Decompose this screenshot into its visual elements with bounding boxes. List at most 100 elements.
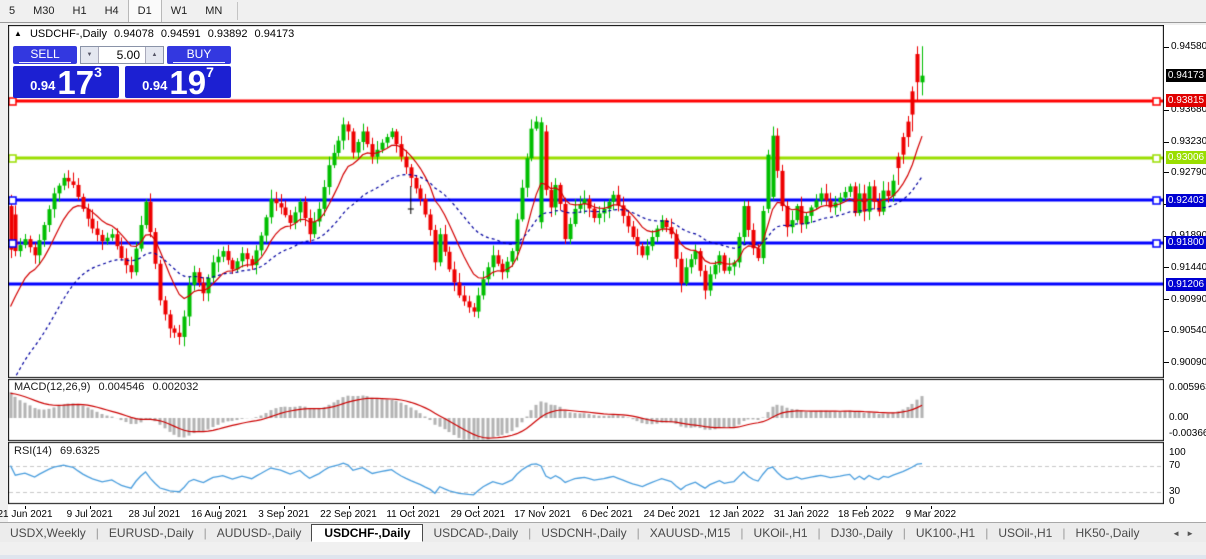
chart-title-bar: ▲ USDCHF-,Daily 0.94078 0.94591 0.93892 … [14, 28, 298, 40]
price-tick-label: 0.90990 [1171, 294, 1206, 305]
level-badge-green: 0.93006 [1166, 151, 1206, 164]
sell-price-sup: 3 [94, 64, 102, 80]
price-tick [1164, 331, 1169, 332]
price-tick-label: 0.94580 [1171, 41, 1206, 52]
volume-stepper: ▼ 5.00 ▲ [80, 46, 164, 64]
price-tick-label: 0.91440 [1171, 262, 1206, 273]
macd-axis-label: -0.00366 [1169, 428, 1206, 439]
date-tick-label: 9 Jul 2021 [67, 509, 113, 520]
rsi-axis-label: 100 [1169, 447, 1186, 458]
date-tick-label: 12 Jan 2022 [709, 509, 764, 520]
timeframe-button-M30[interactable]: M30 [24, 0, 63, 22]
buy-button[interactable]: BUY [167, 46, 231, 64]
toolbar-separator [237, 2, 238, 20]
date-tick-label: 24 Dec 2021 [644, 509, 701, 520]
date-tick-label: 18 Feb 2022 [838, 509, 894, 520]
rsi-value: 69.6325 [60, 445, 100, 457]
price-tick [1164, 110, 1169, 111]
tab-scroll-left-icon[interactable]: ◄ [1172, 529, 1186, 538]
price-tick-label: 0.93230 [1171, 136, 1206, 147]
chart-tab-usdcad-daily[interactable]: USDCAD-,Daily [423, 525, 528, 541]
tab-scroll-arrows: ◄► [1172, 529, 1200, 538]
level-badge-blue-2: 0.91800 [1166, 236, 1206, 249]
chart-tab-dj30-daily[interactable]: DJ30-,Daily [821, 525, 903, 541]
volume-increase-button[interactable]: ▲ [145, 47, 163, 63]
timeframe-toolbar: 5M30H1H4D1W1MN [0, 0, 1206, 23]
rsi-label-row: RSI(14) 69.6325 [14, 445, 105, 457]
price-tick [1164, 47, 1169, 48]
date-tick-label: 6 Dec 2021 [582, 509, 633, 520]
macd-axis-label: 0.00 [1169, 412, 1188, 423]
chart-symbol-label: USDCHF-,Daily [30, 28, 107, 40]
chart-tab-eurusd-daily[interactable]: EURUSD-,Daily [99, 525, 204, 541]
buy-price-big: 19 [169, 70, 206, 96]
rsi-label: RSI(14) [14, 445, 52, 457]
window-edge [0, 555, 1206, 559]
macd-signal-value: 0.002032 [152, 381, 198, 393]
date-axis: 21 Jun 20219 Jul 202128 Jul 202116 Aug 2… [8, 506, 1206, 522]
sell-price-prefix: 0.94 [30, 78, 55, 93]
chart-tab-hk50-daily[interactable]: HK50-,Daily [1065, 525, 1149, 541]
price-tick-label: 0.90090 [1171, 357, 1206, 368]
rsi-axis-label: 70 [1169, 460, 1180, 471]
date-tick-label: 11 Oct 2021 [386, 509, 440, 520]
chevron-down-icon: ▼ [87, 52, 93, 58]
date-tick-label: 16 Aug 2021 [191, 509, 247, 520]
current-price-badge: 0.94173 [1166, 69, 1206, 82]
sell-button-label: SELL [19, 47, 71, 63]
one-click-trade-panel: SELL ▼ 5.00 ▲ BUY 0.94 17 3 0.94 19 7 [13, 46, 231, 98]
timeframe-button-H4[interactable]: H4 [96, 0, 128, 22]
timeframe-button-MN[interactable]: MN [196, 0, 231, 22]
level-badge-blue-1: 0.92403 [1166, 194, 1206, 207]
date-tick-label: 9 Mar 2022 [906, 509, 957, 520]
tab-scroll-right-icon[interactable]: ► [1186, 529, 1200, 538]
chart-tab-usdx-weekly[interactable]: USDX,Weekly [0, 525, 96, 541]
ohlc-high: 0.94591 [161, 28, 201, 40]
chart-tab-ukoil-h1[interactable]: UKOil-,H1 [744, 525, 818, 541]
price-tick [1164, 172, 1169, 173]
macd-axis-label: 0.005963 [1169, 382, 1206, 393]
level-badge-blue-3: 0.91206 [1166, 278, 1206, 291]
timeframe-button-H1[interactable]: H1 [64, 0, 96, 22]
ohlc-low: 0.93892 [208, 28, 248, 40]
sell-price-box[interactable]: 0.94 17 3 [13, 66, 119, 98]
chart-tab-bar: USDX,Weekly|EURUSD-,Daily|AUDUSD-,DailyU… [0, 522, 1206, 543]
buy-price-box[interactable]: 0.94 19 7 [125, 66, 231, 98]
date-tick-label: 21 Jun 2021 [0, 509, 53, 520]
chart-tab-usdcnh-daily[interactable]: USDCNH-,Daily [531, 525, 636, 541]
chevron-up-icon: ▲ [152, 52, 158, 58]
price-tick-label: 0.90540 [1171, 325, 1206, 336]
volume-decrease-button[interactable]: ▼ [81, 47, 99, 63]
timeframe-button-W1[interactable]: W1 [162, 0, 197, 22]
ohlc-open: 0.94078 [114, 28, 154, 40]
sell-button[interactable]: SELL [13, 46, 77, 64]
date-tick-label: 29 Oct 2021 [451, 509, 505, 520]
timeframe-button-5[interactable]: 5 [0, 0, 24, 22]
price-tick [1164, 299, 1169, 300]
tick-direction-icon: ▲ [14, 29, 22, 38]
buy-price-prefix: 0.94 [142, 78, 167, 93]
ohlc-close: 0.94173 [255, 28, 295, 40]
buy-price-sup: 7 [206, 64, 214, 80]
date-tick-label: 3 Sep 2021 [258, 509, 309, 520]
sell-price-big: 17 [57, 70, 94, 96]
chart-tab-uk100-h1[interactable]: UK100-,H1 [906, 525, 985, 541]
chart-tab-audusd-daily[interactable]: AUDUSD-,Daily [207, 525, 312, 541]
price-tick [1164, 267, 1169, 268]
chart-tab-usdchf-daily[interactable]: USDCHF-,Daily [311, 524, 423, 542]
date-tick-label: 31 Jan 2022 [774, 509, 829, 520]
price-tick [1164, 142, 1169, 143]
chart-tab-usoil-h1[interactable]: USOil-,H1 [988, 525, 1062, 541]
chart-tab-xauusd-m15[interactable]: XAUUSD-,M15 [640, 525, 741, 541]
macd-value: 0.004546 [98, 381, 144, 393]
volume-input[interactable]: 5.00 [99, 47, 145, 63]
buy-button-label: BUY [173, 47, 225, 63]
macd-label: MACD(12,26,9) [14, 381, 90, 393]
date-tick-label: 28 Jul 2021 [129, 509, 181, 520]
level-badge-resistance: 0.93815 [1166, 94, 1206, 107]
price-tick-label: 0.92790 [1171, 167, 1206, 178]
macd-label-row: MACD(12,26,9) 0.004546 0.002032 [14, 381, 203, 393]
date-tick-label: 22 Sep 2021 [320, 509, 377, 520]
price-tick [1164, 362, 1169, 363]
timeframe-button-D1[interactable]: D1 [128, 0, 162, 22]
